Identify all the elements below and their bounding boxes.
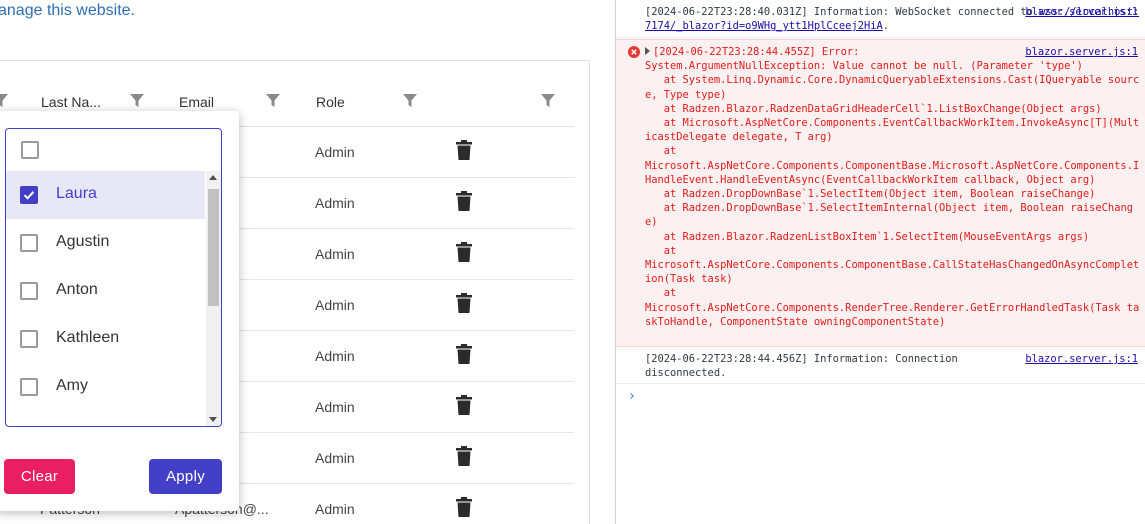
cell-role: Admin [315,144,355,160]
delete-icon[interactable] [456,497,472,517]
filter-icon-last-name[interactable] [130,94,144,108]
scroll-thumb[interactable] [208,189,219,306]
list-item[interactable]: Amy [6,363,205,411]
cell-role: Admin [315,195,355,211]
cell-role: Admin [315,246,355,262]
column-filter-popup: Laura Agustin Anton Kathleen Amy Clear A… [0,111,239,511]
list-item-label: Agustin [56,233,110,250]
delete-icon[interactable] [456,242,472,262]
delete-icon[interactable] [456,446,472,466]
intro-text: anage this website. [0,2,135,19]
console-prompt-chevron-icon[interactable]: › [628,389,636,404]
console-message-suffix: . [882,20,889,33]
column-header-last-name[interactable]: Last Na... [41,94,101,110]
filter-icon[interactable] [0,94,8,108]
list-item-checkbox[interactable] [20,282,38,300]
filter-icon-role[interactable] [403,94,417,108]
source-link[interactable]: blazor.server.js:1 [1021,45,1138,60]
cell-role: Admin [315,399,355,415]
error-icon [628,46,640,58]
list-item-label: Laura [56,185,97,202]
list-item-label: Amy [56,377,88,394]
error-stack-trace: [2024-06-22T23:28:44.455Z] Error: System… [645,46,1140,328]
list-item-checkbox[interactable] [20,186,38,204]
delete-icon[interactable] [456,191,472,211]
list-item[interactable]: Laura [6,171,205,219]
console-message-error: [2024-06-22T23:28:44.455Z] Error: System… [616,39,1145,347]
list-item-checkbox[interactable] [20,234,38,252]
apply-button[interactable]: Apply [149,459,222,494]
cell-role: Admin [315,297,355,313]
console-message-info: [2024-06-22T23:28:40.031Z] Information: … [616,5,1145,38]
expand-arrow-icon[interactable] [645,47,650,55]
column-header-email[interactable]: Email [179,94,214,110]
filter-icon-actions[interactable] [541,94,555,108]
source-link[interactable]: blazor.server.js:1 [1021,352,1138,366]
delete-icon[interactable] [456,293,472,313]
delete-icon[interactable] [456,344,472,364]
delete-icon[interactable] [456,140,472,160]
web-page: anage this website. Last Na... Email Rol… [0,0,615,524]
cell-role: Admin [315,348,355,364]
list-item-checkbox[interactable] [20,378,38,396]
console-message-text: [2024-06-22T23:28:40.031Z] Information: … [645,6,1040,18]
list-item-label: Anton [56,281,98,298]
console-message-info: [2024-06-22T23:28:44.456Z] Information: … [616,352,1145,384]
filter-listbox[interactable]: Laura Agustin Anton Kathleen Amy [5,128,222,427]
clear-button[interactable]: Clear [4,459,75,494]
select-all-checkbox[interactable] [21,141,39,159]
filter-icon-email[interactable] [266,94,280,108]
cell-role: Admin [315,501,355,517]
scroll-up-arrow-icon[interactable] [209,175,217,180]
source-link[interactable]: blazor.server.js:1 [1021,5,1138,19]
list-item-label: Kathleen [56,329,120,346]
list-item[interactable]: Kathleen [6,315,205,363]
list-item[interactable]: Agustin [6,219,205,267]
select-all-row[interactable] [6,129,206,171]
listbox-scrollbar[interactable] [206,171,221,426]
column-header-role[interactable]: Role [316,94,345,110]
list-item-checkbox[interactable] [20,330,38,348]
list-item[interactable]: Anton [6,267,205,315]
cell-role: Admin [315,450,355,466]
scroll-down-arrow-icon[interactable] [209,417,217,422]
devtools-console: [2024-06-22T23:28:40.031Z] Information: … [615,0,1145,524]
delete-icon[interactable] [456,395,472,415]
